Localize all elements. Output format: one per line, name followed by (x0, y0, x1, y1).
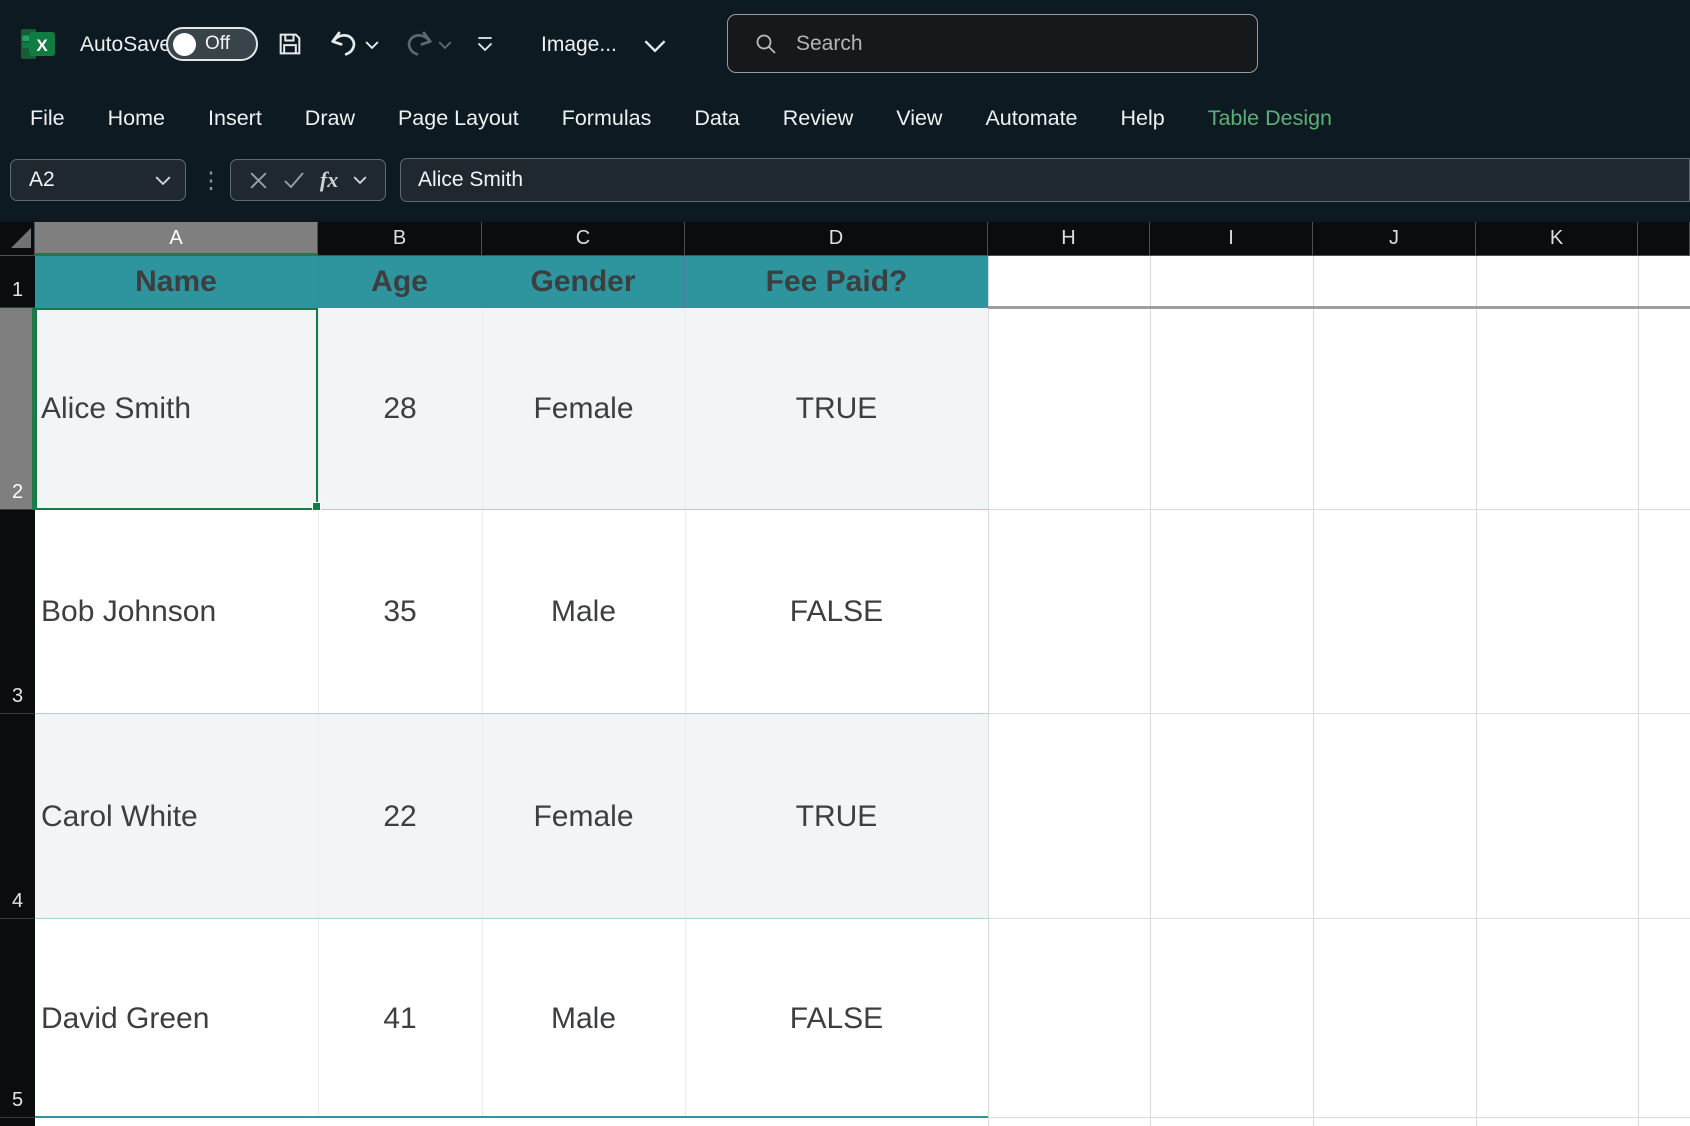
ribbon-tab-bar: File Home Insert Draw Page Layout Formul… (0, 88, 1690, 148)
column-header-K[interactable]: K (1476, 222, 1638, 256)
cell-D2[interactable]: TRUE (685, 308, 988, 510)
pane-divider-line (988, 306, 1690, 309)
gridline (988, 509, 1690, 510)
formula-bar: A2 ⋮ fx (0, 148, 1690, 214)
tab-review[interactable]: Review (783, 106, 854, 131)
cell-C1[interactable]: Gender (482, 256, 685, 308)
name-box-value: A2 (29, 168, 55, 192)
formula-input[interactable] (418, 168, 1618, 192)
tab-data[interactable]: Data (694, 106, 739, 131)
column-header-H[interactable]: H (988, 222, 1150, 256)
row-header-partial[interactable] (0, 1118, 35, 1126)
redo-dropdown-chevron-icon (438, 40, 452, 50)
gridline (1638, 256, 1639, 1126)
save-icon[interactable] (276, 30, 304, 58)
formula-input-field[interactable] (400, 158, 1690, 202)
row-header-1[interactable]: 1 (0, 256, 35, 308)
search-box[interactable] (727, 14, 1258, 73)
column-header-C[interactable]: C (482, 222, 685, 256)
gridline (988, 713, 1690, 714)
enter-check-icon[interactable] (283, 171, 305, 189)
redo-icon (402, 28, 436, 62)
row-header-3[interactable]: 3 (0, 510, 35, 714)
cell-D1[interactable]: Fee Paid? (685, 256, 988, 308)
formula-bar-grip[interactable]: ⋮ (204, 160, 218, 200)
cell-D5[interactable]: FALSE (685, 919, 988, 1118)
tab-home[interactable]: Home (108, 106, 165, 131)
cell-D4[interactable]: TRUE (685, 714, 988, 919)
undo-dropdown-chevron-icon[interactable] (365, 40, 379, 50)
cell-B5[interactable]: 41 (318, 919, 482, 1118)
tab-table-design[interactable]: Table Design (1208, 106, 1332, 131)
cell-B2[interactable]: 28 (318, 308, 482, 510)
tab-file[interactable]: File (30, 106, 65, 131)
spreadsheet-grid: A B C D H I J K 1 2 3 4 5 (0, 222, 1690, 1126)
gridline (1476, 256, 1477, 1126)
cell-C5[interactable]: Male (482, 919, 685, 1118)
tab-view[interactable]: View (896, 106, 942, 131)
selection-fill-handle[interactable] (312, 502, 321, 511)
autosave-state: Off (205, 33, 230, 55)
column-header-B[interactable]: B (318, 222, 482, 256)
cell-C3[interactable]: Male (482, 510, 685, 714)
tab-help[interactable]: Help (1121, 106, 1165, 131)
row-header-2[interactable]: 2 (0, 308, 35, 510)
name-box-chevron-icon[interactable] (155, 175, 171, 186)
gridline (988, 256, 989, 1126)
cell-A4[interactable]: Carol White (35, 714, 318, 919)
tab-insert[interactable]: Insert (208, 106, 262, 131)
row-header-4[interactable]: 4 (0, 714, 35, 919)
toggle-knob (173, 33, 196, 56)
column-header-A[interactable]: A (35, 222, 318, 256)
column-header-D[interactable]: D (685, 222, 988, 256)
cell-B3[interactable]: 35 (318, 510, 482, 714)
excel-window: X AutoSave Off Image (0, 0, 1690, 1126)
cell-A3[interactable]: Bob Johnson (35, 510, 318, 714)
cell-C2[interactable]: Female (482, 308, 685, 510)
tab-page-layout[interactable]: Page Layout (398, 106, 519, 131)
undo-icon[interactable] (327, 28, 361, 62)
search-input[interactable] (796, 32, 1216, 56)
title-bar: X AutoSave Off Image (0, 0, 1690, 88)
name-box[interactable]: A2 (10, 159, 186, 201)
cell-D3[interactable]: FALSE (685, 510, 988, 714)
cell-B4[interactable]: 22 (318, 714, 482, 919)
excel-logo-icon: X (20, 26, 56, 62)
column-header-partial[interactable] (1638, 222, 1690, 256)
cell-A1[interactable]: Name (35, 256, 318, 308)
cell-C4[interactable]: Female (482, 714, 685, 919)
file-name[interactable]: Image... (541, 33, 617, 57)
column-header-I[interactable]: I (1150, 222, 1313, 256)
tab-automate[interactable]: Automate (985, 106, 1077, 131)
formula-action-group: fx (230, 159, 386, 201)
cancel-icon[interactable] (249, 171, 268, 190)
search-icon (754, 32, 778, 56)
gridline (1313, 256, 1314, 1126)
svg-text:X: X (36, 36, 48, 55)
customize-toolbar-icon[interactable] (473, 34, 497, 56)
select-all-triangle-icon (11, 228, 31, 248)
select-all-corner[interactable] (0, 222, 35, 256)
insert-function-icon[interactable]: fx (320, 167, 338, 193)
autosave-label: AutoSave (80, 33, 171, 57)
gridline (1150, 256, 1151, 1126)
gridline (988, 918, 1690, 919)
tab-draw[interactable]: Draw (305, 106, 355, 131)
autosave-toggle[interactable]: Off (166, 27, 258, 61)
cell-A5[interactable]: David Green (35, 919, 318, 1118)
cell-A2[interactable]: Alice Smith (35, 308, 318, 510)
file-name-chevron-icon[interactable] (643, 38, 667, 54)
gridline (988, 1117, 1690, 1118)
cell-B1[interactable]: Age (318, 256, 482, 308)
row-header-5[interactable]: 5 (0, 919, 35, 1118)
tab-formulas[interactable]: Formulas (562, 106, 652, 131)
fx-chevron-icon[interactable] (353, 175, 367, 185)
column-header-J[interactable]: J (1313, 222, 1476, 256)
